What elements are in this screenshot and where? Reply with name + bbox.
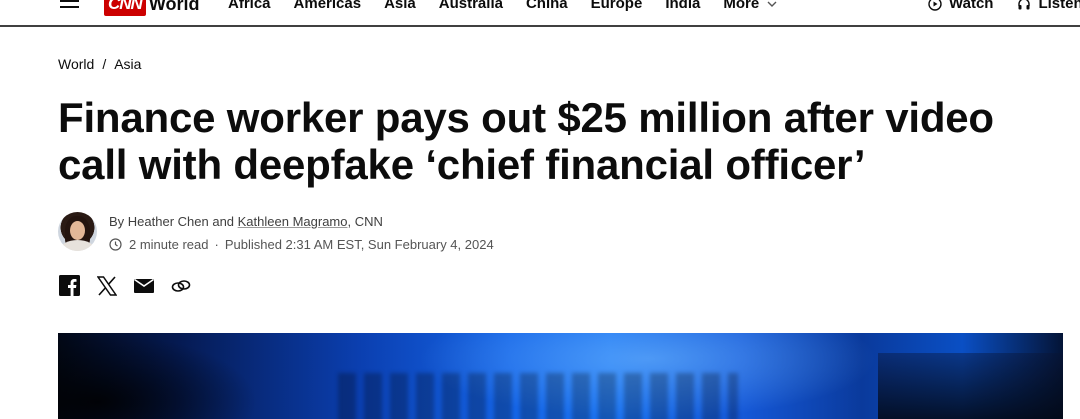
x-icon[interactable] [97, 275, 117, 296]
email-icon[interactable] [134, 278, 154, 293]
breadcrumb-asia[interactable]: Asia [114, 56, 141, 72]
nav-item-europe[interactable]: Europe [591, 0, 643, 12]
nav-item-asia[interactable]: Asia [384, 0, 416, 12]
play-circle-icon [928, 0, 942, 11]
nav-item-americas[interactable]: Americas [294, 0, 362, 12]
headphones-icon [1018, 0, 1031, 9]
logo-brand: CNN [104, 0, 146, 16]
byline: By Heather Chen and Kathleen Magramo, CN… [109, 214, 383, 229]
author-link[interactable]: Kathleen Magramo [238, 214, 348, 229]
article-meta: 2 minute read · Published 2:31 AM EST, S… [109, 237, 494, 252]
watch-label: Watch [949, 0, 994, 12]
header-actions: Watch Listen [928, 0, 1080, 12]
link-icon[interactable] [171, 279, 191, 293]
facebook-icon[interactable] [59, 275, 80, 296]
main-nav: Africa Americas Asia Australia China Eur… [228, 0, 800, 12]
published-date: Published 2:31 AM EST, Sun February 4, 2… [224, 237, 494, 252]
author-avatar[interactable] [58, 212, 97, 251]
watch-button[interactable]: Watch [928, 0, 993, 12]
chevron-down-icon [767, 1, 777, 7]
nav-item-australia[interactable]: Australia [439, 0, 503, 12]
byline-suffix: , CNN [347, 214, 383, 229]
byline-prefix: By Heather Chen and [109, 214, 238, 229]
hero-image[interactable] [58, 333, 1063, 419]
cnn-logo[interactable]: CNN World [104, 0, 200, 16]
nav-more-label: More [723, 0, 760, 12]
article-headline: Finance worker pays out $25 million afte… [58, 94, 994, 188]
site-header: CNN World Africa Americas Asia Australia… [0, 0, 1080, 27]
nav-item-africa[interactable]: Africa [228, 0, 271, 12]
nav-item-india[interactable]: India [665, 0, 700, 12]
breadcrumb-separator: / [102, 56, 107, 72]
logo-section: World [148, 0, 200, 14]
breadcrumb: World / Asia [58, 56, 141, 72]
listen-button[interactable]: Listen [1017, 0, 1080, 12]
nav-more-button[interactable]: More [723, 0, 777, 12]
share-bar [59, 275, 208, 296]
listen-label: Listen [1038, 0, 1080, 12]
read-time: 2 minute read [129, 237, 209, 252]
menu-icon[interactable] [60, 0, 80, 14]
nav-item-china[interactable]: China [526, 0, 568, 12]
clock-icon [109, 238, 122, 251]
breadcrumb-world[interactable]: World [58, 56, 94, 72]
meta-separator: · [214, 237, 219, 252]
